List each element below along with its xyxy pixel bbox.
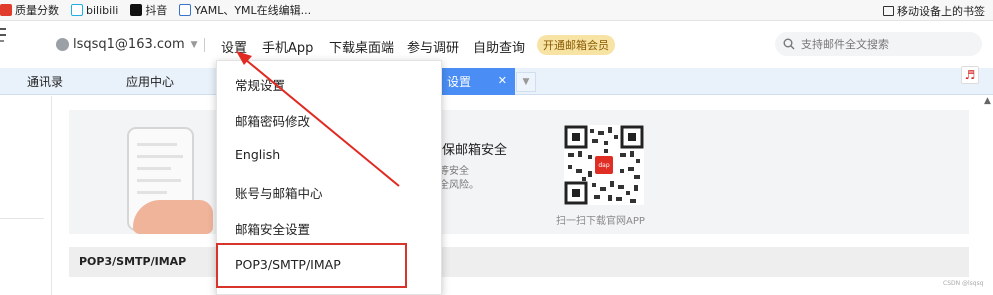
app-logo-icon: dap bbox=[595, 156, 613, 174]
left-pane bbox=[0, 96, 52, 295]
menu-item-general-settings[interactable]: 常规设置 bbox=[235, 75, 285, 94]
vip-button[interactable]: 开通邮箱会员 bbox=[537, 35, 615, 55]
account-switcher[interactable]: lsqsq1@163.com ▼ bbox=[56, 37, 198, 52]
chevron-down-icon: ▼ bbox=[190, 39, 198, 50]
bookmark-douyin[interactable]: 抖音 bbox=[130, 2, 167, 18]
mobile-bookmarks-label: 移动设备上的书签 bbox=[897, 5, 985, 18]
menu-item-account-center[interactable]: 账号与邮箱中心 bbox=[235, 183, 323, 202]
nav-settings[interactable]: 设置 bbox=[221, 37, 247, 56]
logo-fragment-icon bbox=[0, 28, 6, 42]
search-input[interactable] bbox=[801, 37, 961, 51]
avatar bbox=[56, 38, 69, 51]
tab-app-center[interactable]: 应用中心 bbox=[110, 68, 190, 95]
account-email: lsqsq1@163.com bbox=[73, 37, 185, 52]
qr-caption: 扫一扫下载官网APP bbox=[556, 216, 645, 227]
bookmark-label: 质量分数 bbox=[15, 4, 59, 17]
bookmark-quality[interactable]: 质量分数 bbox=[0, 2, 59, 18]
bookmark-label: 抖音 bbox=[145, 4, 168, 17]
chevron-down-icon[interactable]: ▼ bbox=[516, 72, 536, 92]
folder-icon bbox=[883, 6, 894, 16]
nav-survey[interactable]: 参与调研 bbox=[407, 37, 459, 56]
quality-icon bbox=[0, 4, 12, 16]
mobile-bookmarks[interactable]: 移动设备上的书签 bbox=[883, 3, 985, 19]
highlight-box bbox=[216, 243, 407, 288]
scroll-up-icon[interactable]: ▲ bbox=[982, 96, 993, 107]
watermark: CSDN @lsqsq bbox=[943, 280, 984, 287]
menu-item-english[interactable]: English bbox=[235, 147, 280, 162]
close-icon[interactable]: ✕ bbox=[498, 74, 507, 87]
bookmark-yaml[interactable]: YAML、YML在线编辑... bbox=[179, 2, 311, 18]
menu-item-security-settings[interactable]: 邮箱安全设置 bbox=[235, 219, 310, 238]
bookmarks-bar: 质量分数 bilibili 抖音 YAML、YML在线编辑... 移动设备上的书… bbox=[0, 0, 993, 21]
bookmark-label: YAML、YML在线编辑... bbox=[194, 4, 312, 17]
tab-settings-label: 设置 bbox=[447, 75, 472, 89]
divider bbox=[204, 38, 205, 52]
music-icon[interactable]: ♬ bbox=[961, 66, 979, 84]
divider bbox=[0, 218, 44, 219]
bookmark-label: bilibili bbox=[86, 3, 119, 17]
nav-download-desktop[interactable]: 下载桌面端 bbox=[329, 37, 394, 56]
hand-illustration-icon bbox=[133, 200, 213, 234]
tab-settings[interactable]: 设置 ✕ bbox=[439, 68, 515, 95]
yaml-icon bbox=[179, 4, 192, 16]
tab-contacts[interactable]: 通讯录 bbox=[10, 68, 80, 95]
pop3-section-header: POP3/SMTP/IMAP bbox=[69, 247, 969, 277]
nav-mobile-app[interactable]: 手机App bbox=[262, 37, 313, 56]
nav-self-service[interactable]: 自助查询 bbox=[473, 37, 525, 56]
menu-item-change-password[interactable]: 邮箱密码修改 bbox=[235, 111, 310, 130]
bookmark-bilibili[interactable]: bilibili bbox=[71, 4, 118, 17]
bilibili-icon bbox=[71, 4, 83, 16]
search-icon bbox=[783, 38, 795, 50]
douyin-icon bbox=[130, 4, 143, 16]
search-box[interactable] bbox=[775, 32, 982, 56]
pop3-section-title: POP3/SMTP/IMAP bbox=[79, 255, 187, 268]
